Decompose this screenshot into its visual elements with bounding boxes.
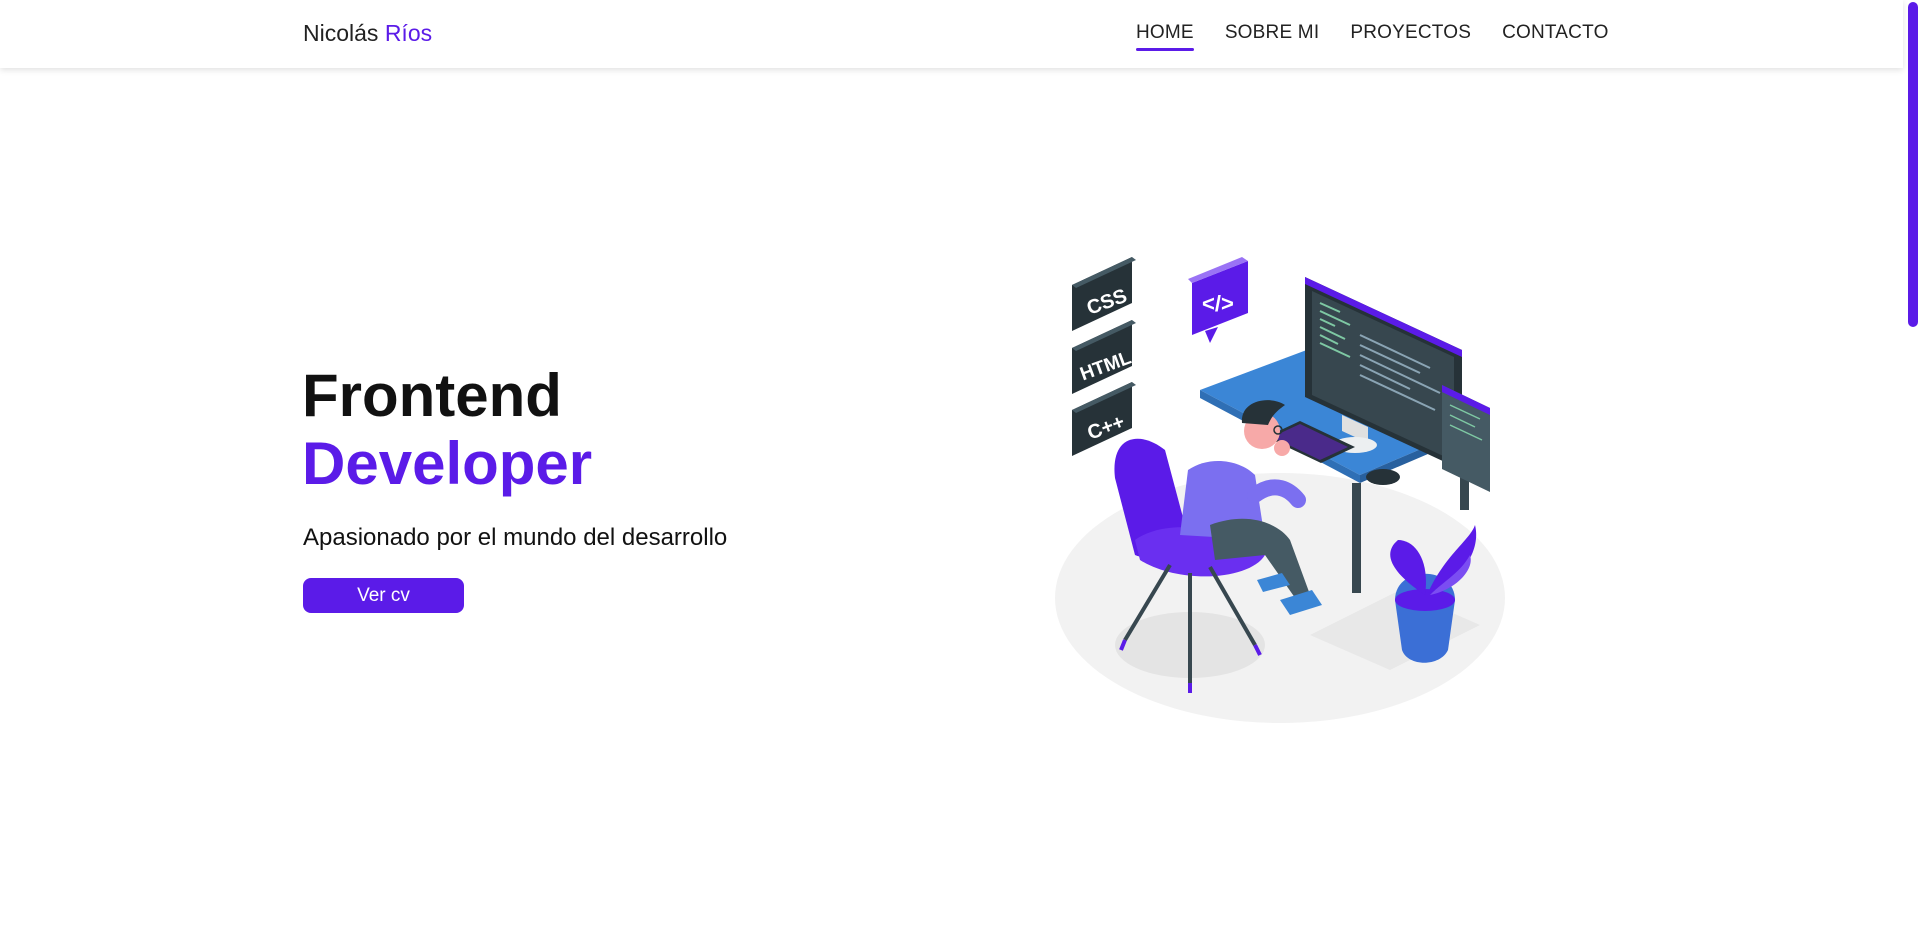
scrollbar-thumb[interactable] <box>1908 2 1918 327</box>
hero-title-line2: Developer <box>302 430 593 497</box>
nav-link-sobre-mi[interactable]: SOBRE MI <box>1225 22 1320 51</box>
hero-subtitle: Apasionado por el mundo del desarrollo <box>303 524 728 551</box>
nav-link-contacto[interactable]: CONTACTO <box>1502 22 1608 51</box>
brand-first-name: Nicolás <box>303 20 379 46</box>
code-bubble-label: </> <box>1202 291 1234 316</box>
mouse <box>1366 469 1400 485</box>
hero-title: Frontend Developer <box>302 362 592 498</box>
page-scrollbar[interactable] <box>1903 0 1919 933</box>
brand-logo[interactable]: Nicolás Ríos <box>303 20 432 47</box>
hero-title-line1: Frontend <box>302 362 562 429</box>
top-navbar: Nicolás Ríos HOME SOBRE MI PROYECTOS CON… <box>0 0 1903 68</box>
css-badge-icon: CSS <box>1072 257 1136 331</box>
brand-last-name: Ríos <box>384 20 433 46</box>
ver-cv-button[interactable]: Ver cv <box>303 578 464 613</box>
code-bubble-icon: </> <box>1188 257 1248 343</box>
nav-links: HOME SOBRE MI PROYECTOS CONTACTO <box>1136 22 1609 51</box>
html-badge-icon: HTML <box>1072 320 1136 394</box>
nav-link-proyectos[interactable]: PROYECTOS <box>1350 22 1471 51</box>
developer-illustration: CSS HTML C++ </> <box>1055 257 1505 723</box>
nav-link-home[interactable]: HOME <box>1136 22 1194 51</box>
